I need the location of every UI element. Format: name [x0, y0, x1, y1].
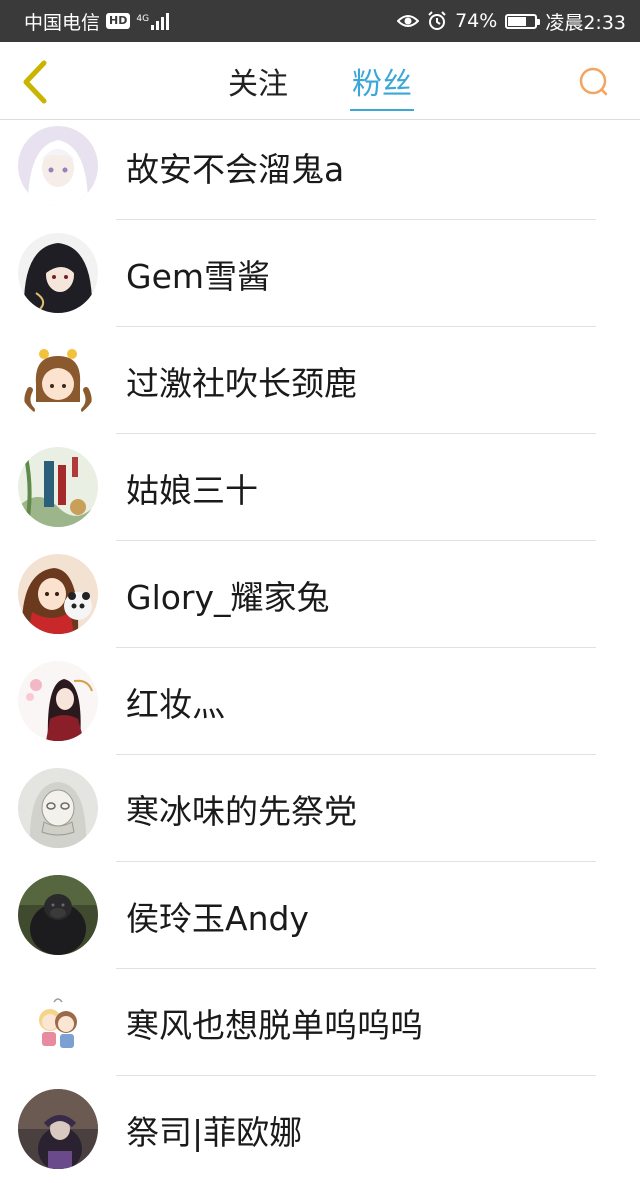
ancient-costume-avatar	[18, 661, 98, 741]
hd-badge: HD	[106, 13, 131, 29]
fan-name: 姑娘三十	[126, 470, 258, 510]
list-item[interactable]: 祭司|菲欧娜	[0, 1076, 640, 1183]
search-icon	[579, 67, 608, 96]
network-type: 4G	[136, 14, 150, 24]
list-item[interactable]: 侯玲玉Andy	[0, 862, 640, 969]
cartoon-girl-pigtails-avatar	[18, 340, 98, 420]
fan-name: 寒冰味的先祭党	[126, 791, 357, 831]
battery-level	[508, 16, 527, 26]
list-item[interactable]: 红妆灬	[0, 648, 640, 755]
eye-icon	[397, 15, 420, 27]
battery-icon	[505, 13, 541, 29]
clock-time: 凌晨2:33	[545, 11, 626, 34]
chibi-couple-avatar	[18, 982, 98, 1062]
anime-dark-hair-avatar	[18, 233, 98, 313]
fans-list: 故安不会溜鬼a Gem雪酱 过激社吹长颈鹿 姑娘三十 Glory_耀家兔 红妆灬…	[0, 113, 640, 1183]
anime-girl-white-hair-avatar	[18, 126, 98, 206]
girl-with-panda-avatar	[18, 554, 98, 634]
list-item[interactable]: 故安不会溜鬼a	[0, 113, 640, 220]
fan-name: 侯玲玉Andy	[126, 898, 309, 938]
fan-name: 红妆灬	[126, 684, 225, 724]
fan-name: 祭司|菲欧娜	[126, 1112, 303, 1152]
alarm-icon	[428, 11, 446, 30]
fan-name: 寒风也想脱单呜呜呜	[126, 1005, 423, 1045]
tab-bar: 关注 粉丝	[0, 42, 640, 120]
sketch-face-avatar	[18, 768, 98, 848]
battery-percent: 74%	[455, 10, 498, 32]
game-character-avatar	[18, 1089, 98, 1169]
list-item[interactable]: Glory_耀家兔	[0, 541, 640, 648]
status-left: 中国电信 HD 4G	[24, 8, 170, 35]
status-right: 74% 凌晨2:33	[397, 8, 626, 35]
header-bar: 关注 粉丝	[0, 42, 640, 120]
list-item[interactable]: 过激社吹长颈鹿	[0, 327, 640, 434]
gorilla-avatar	[18, 875, 98, 955]
list-item[interactable]: Gem雪酱	[0, 220, 640, 327]
status-bar: 中国电信 HD 4G 74% 凌晨2:33	[0, 0, 640, 42]
tab-fans[interactable]: 粉丝	[350, 53, 414, 111]
network-indicator: 4G	[136, 12, 170, 30]
book-cover-avatar	[18, 447, 98, 527]
signal-icon	[151, 12, 170, 30]
search-button[interactable]	[576, 64, 612, 100]
carrier-name: 中国电信	[24, 11, 101, 34]
list-item[interactable]: 寒风也想脱单呜呜呜	[0, 969, 640, 1076]
list-item[interactable]: 姑娘三十	[0, 434, 640, 541]
list-item[interactable]: 寒冰味的先祭党	[0, 755, 640, 862]
fan-name: 故安不会溜鬼a	[126, 149, 345, 189]
fan-name: Glory_耀家兔	[126, 577, 330, 617]
fan-name: 过激社吹长颈鹿	[126, 363, 357, 403]
tab-following[interactable]: 关注	[228, 53, 288, 109]
fan-name: Gem雪酱	[126, 256, 271, 296]
